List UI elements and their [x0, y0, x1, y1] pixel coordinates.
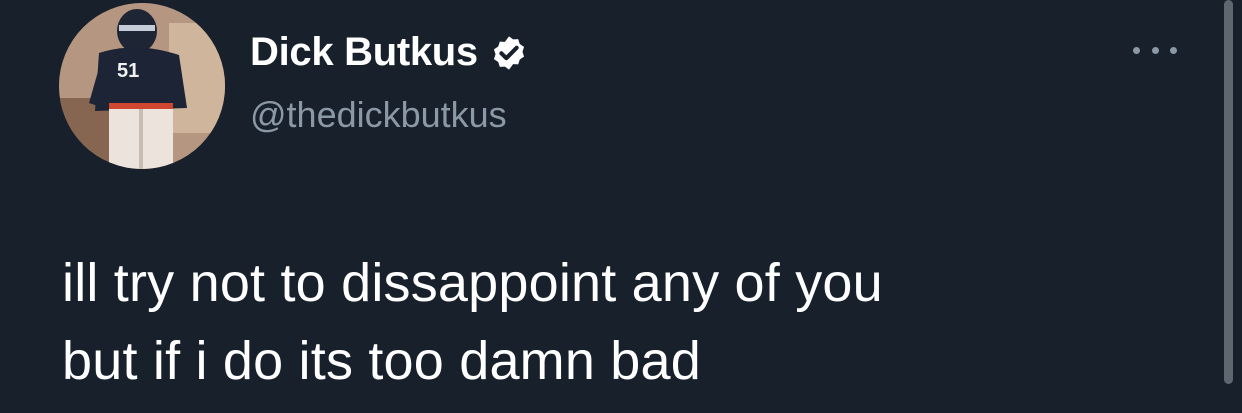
display-name-text: Dick Butkus: [250, 30, 478, 74]
more-dot: [1133, 46, 1140, 54]
avatar[interactable]: 51: [59, 3, 225, 169]
user-handle[interactable]: @thedickbutkus: [250, 94, 507, 136]
more-dot: [1151, 46, 1159, 54]
tweet-text: ill try not to dissappoint any of you bu…: [62, 253, 883, 391]
more-dot: [1170, 46, 1177, 54]
verified-badge-icon: [493, 35, 524, 70]
display-name[interactable]: Dick Butkus: [250, 30, 528, 75]
more-horizontal-icon[interactable]: [1133, 38, 1177, 62]
avatar-photo: 51: [59, 3, 225, 169]
tweet-card: 51 Dick Butkus @thedickbutkus ill try no…: [0, 0, 1242, 413]
avatar-jersey-number: 51: [117, 60, 139, 82]
scrollbar[interactable]: [1224, 0, 1233, 384]
